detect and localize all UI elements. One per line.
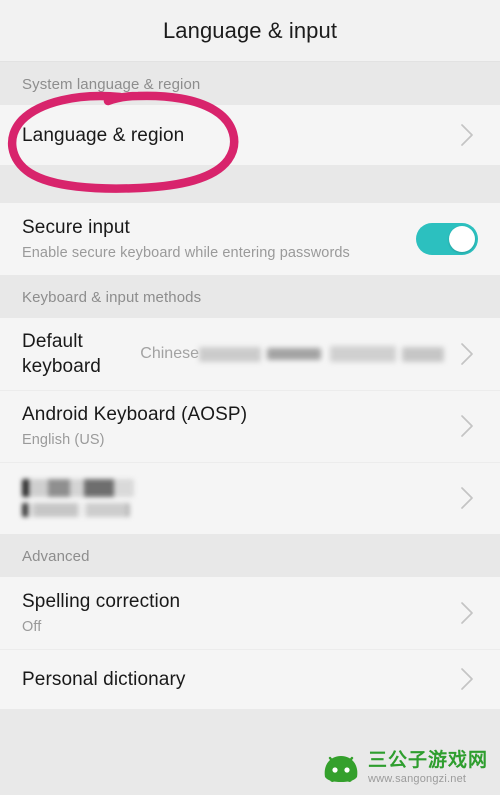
section-header-label: System language & region [22, 76, 201, 93]
list-item-subtitle: English (US) [22, 432, 105, 448]
redacted-text-block [267, 348, 321, 360]
watermark-texts: 三公子游戏网 www.sangongzi.net [368, 751, 488, 785]
page-title: Language & input [162, 17, 338, 43]
list-item-title: Default keyboard [22, 331, 101, 377]
title-bar: Language & input [0, 0, 500, 62]
list-item-personal-dictionary[interactable]: Personal dictionary [0, 649, 500, 709]
section-header-system-language-region: System language & region [0, 62, 500, 105]
section-header-keyboard-input-methods: Keyboard & input methods [0, 275, 500, 318]
redacted-title-block [22, 479, 134, 497]
chevron-right-icon [456, 666, 478, 692]
list-item-subtitle: Enable secure keyboard while entering pa… [22, 245, 350, 261]
row-texts: Secure input Enable secure keyboard whil… [22, 215, 404, 263]
chevron-right-icon [456, 600, 478, 626]
secure-input-toggle[interactable] [416, 223, 478, 255]
redacted-text-block [402, 346, 444, 362]
android-mascot-icon [321, 751, 361, 785]
row-texts [22, 479, 444, 517]
row-texts: Personal dictionary [22, 667, 444, 692]
chevron-right-icon [456, 122, 478, 148]
list-item-title: Spelling correction [22, 591, 181, 612]
list-item-subtitle: Off [22, 619, 42, 635]
chevron-right-icon [456, 341, 478, 367]
default-keyboard-value: Chinese [140, 345, 444, 363]
list-item-title: Language & region [22, 124, 185, 146]
list-item-redacted-input-method[interactable] [0, 462, 500, 534]
watermark: 三公子游戏网 www.sangongzi.net [313, 745, 494, 791]
row-texts: Spelling correction Off [22, 589, 444, 637]
list-item-language-and-region[interactable]: Language & region [0, 105, 500, 165]
section-header-label: Advanced [22, 548, 90, 565]
redacted-text-block [199, 346, 261, 362]
watermark-url: www.sangongzi.net [367, 773, 467, 785]
redacted-subtitle-block [22, 503, 130, 517]
default-keyboard-value-text: Chinese [140, 345, 199, 362]
toggle-knob [449, 226, 475, 252]
list-item-default-keyboard[interactable]: Default keyboard Chinese [0, 318, 500, 390]
list-item-android-keyboard-aosp[interactable]: Android Keyboard (AOSP) English (US) [0, 390, 500, 462]
chevron-right-icon [456, 485, 478, 511]
redacted-text-block [330, 346, 396, 362]
section-group-keyboard-input-methods: Default keyboard Chinese Android Keyboar… [0, 318, 500, 534]
watermark-site-name: 三公子游戏网 [367, 750, 488, 771]
row-texts: Default keyboard [22, 329, 126, 379]
list-item-secure-input[interactable]: Secure input Enable secure keyboard whil… [0, 203, 500, 275]
chevron-right-icon [456, 413, 478, 439]
row-texts: Language & region [22, 123, 444, 148]
list-item-title: Android Keyboard (AOSP) [22, 404, 248, 425]
list-item-spelling-correction[interactable]: Spelling correction Off [0, 577, 500, 649]
section-group-system-language-region: Language & region [0, 105, 500, 165]
section-group-advanced: Spelling correction Off Personal diction… [0, 577, 500, 709]
section-group-secure-input: Secure input Enable secure keyboard whil… [0, 203, 500, 275]
settings-screen: Language & input System language & regio… [0, 0, 500, 795]
section-gap [0, 165, 500, 203]
list-item-title: Secure input [22, 217, 130, 238]
list-item-title: Personal dictionary [22, 668, 186, 690]
section-header-advanced: Advanced [0, 534, 500, 577]
section-header-label: Keyboard & input methods [22, 289, 202, 306]
row-texts: Android Keyboard (AOSP) English (US) [22, 402, 444, 450]
